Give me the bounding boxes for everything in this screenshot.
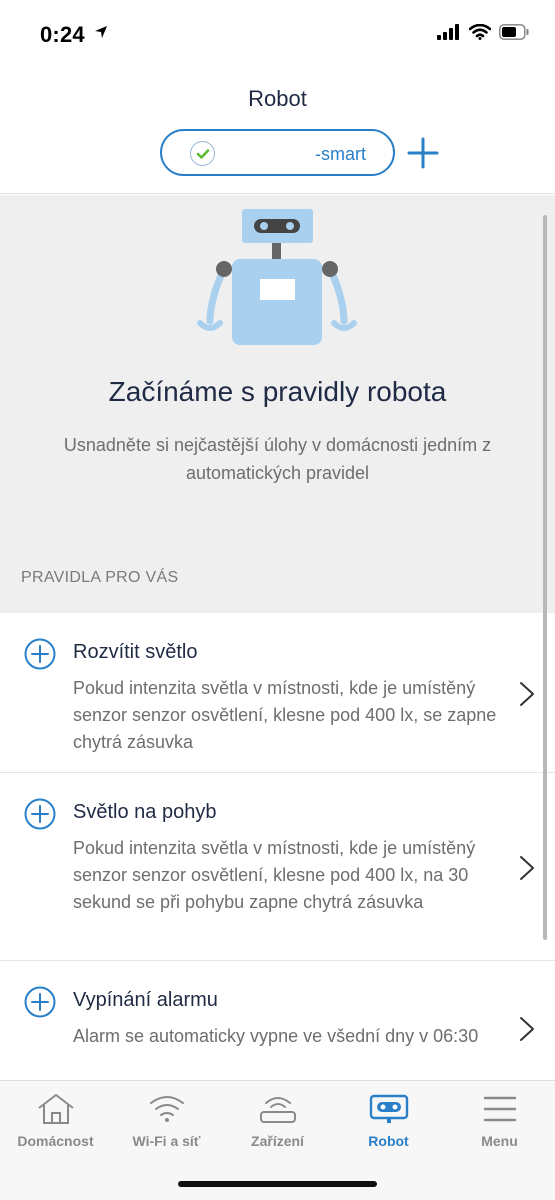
router-icon <box>260 1097 296 1123</box>
status-icons <box>437 24 529 40</box>
location-arrow-icon <box>95 26 107 38</box>
tab-domacnost[interactable]: Domácnost <box>0 1081 111 1161</box>
rule-title: Světlo na pohyb <box>73 801 217 823</box>
device-name: -smart <box>315 144 366 164</box>
add-rule-icon[interactable] <box>24 798 56 830</box>
intro-subtitle: Usnadněte si nejčastější úlohy v domácno… <box>63 435 492 483</box>
add-rule-icon[interactable] <box>24 986 56 1018</box>
rules-list: Rozvítit světlo Pokud intenzita světla v… <box>0 613 555 1081</box>
tab-wifi[interactable]: Wi-Fi a síť <box>111 1081 222 1161</box>
rule-title: Rozvítit světlo <box>73 641 198 663</box>
tab-label: Domácnost <box>17 1133 94 1149</box>
intro-title: Začínáme s pravidly robota <box>108 376 447 407</box>
tab-label: Wi-Fi a síť <box>132 1133 201 1149</box>
robot-icon <box>369 1094 409 1123</box>
rule-item-rozvitit-svetlo[interactable]: Rozvítit světlo Pokud intenzita světla v… <box>0 613 555 773</box>
cellular-signal-icon <box>437 24 459 40</box>
menu-icon <box>483 1096 517 1122</box>
rule-title: Vypínání alarmu <box>73 989 218 1011</box>
tab-robot[interactable]: Robot <box>333 1081 444 1161</box>
chevron-right-icon <box>520 1017 534 1041</box>
tab-menu[interactable]: Menu <box>444 1081 555 1161</box>
battery-icon <box>499 24 529 40</box>
section-heading: PRAVIDLA PRO VÁS <box>21 569 179 586</box>
rule-description: Pokud intenzita světla v místnosti, kde … <box>73 838 476 912</box>
wifi-status-icon <box>469 24 491 40</box>
rule-item-vypinani-alarmu[interactable]: Vypínání alarmu Alarm se automaticky vyp… <box>0 961 555 1081</box>
device-selector[interactable]: -smart <box>160 129 395 176</box>
status-time: 0:24 <box>40 22 85 47</box>
chevron-right-icon <box>520 856 534 880</box>
chevron-right-icon <box>520 682 534 706</box>
header: Robot -smart <box>0 70 555 194</box>
wifi-icon <box>150 1096 184 1122</box>
tab-zarizeni[interactable]: Zařízení <box>222 1081 333 1161</box>
page-title: Robot <box>248 86 307 111</box>
tab-label: Zařízení <box>251 1133 304 1149</box>
intro-section: Začínáme s pravidly robota Usnadněte si … <box>0 195 555 613</box>
home-icon <box>38 1094 74 1124</box>
rule-description: Pokud intenzita světla v místnosti, kde … <box>73 678 497 752</box>
tab-label: Menu <box>481 1133 518 1149</box>
add-device-icon[interactable] <box>406 136 440 170</box>
check-icon <box>190 141 215 166</box>
robot-illustration <box>197 209 357 345</box>
tab-label: Robot <box>368 1133 409 1149</box>
rule-item-svetlo-na-pohyb[interactable]: Světlo na pohyb Pokud intenzita světla v… <box>0 773 555 961</box>
add-rule-icon[interactable] <box>24 638 56 670</box>
status-bar: 0:24 <box>0 0 555 70</box>
home-indicator <box>178 1181 377 1187</box>
rule-description: Alarm se automaticky vypne ve všední dny… <box>73 1026 479 1046</box>
scrollbar[interactable] <box>543 215 547 940</box>
